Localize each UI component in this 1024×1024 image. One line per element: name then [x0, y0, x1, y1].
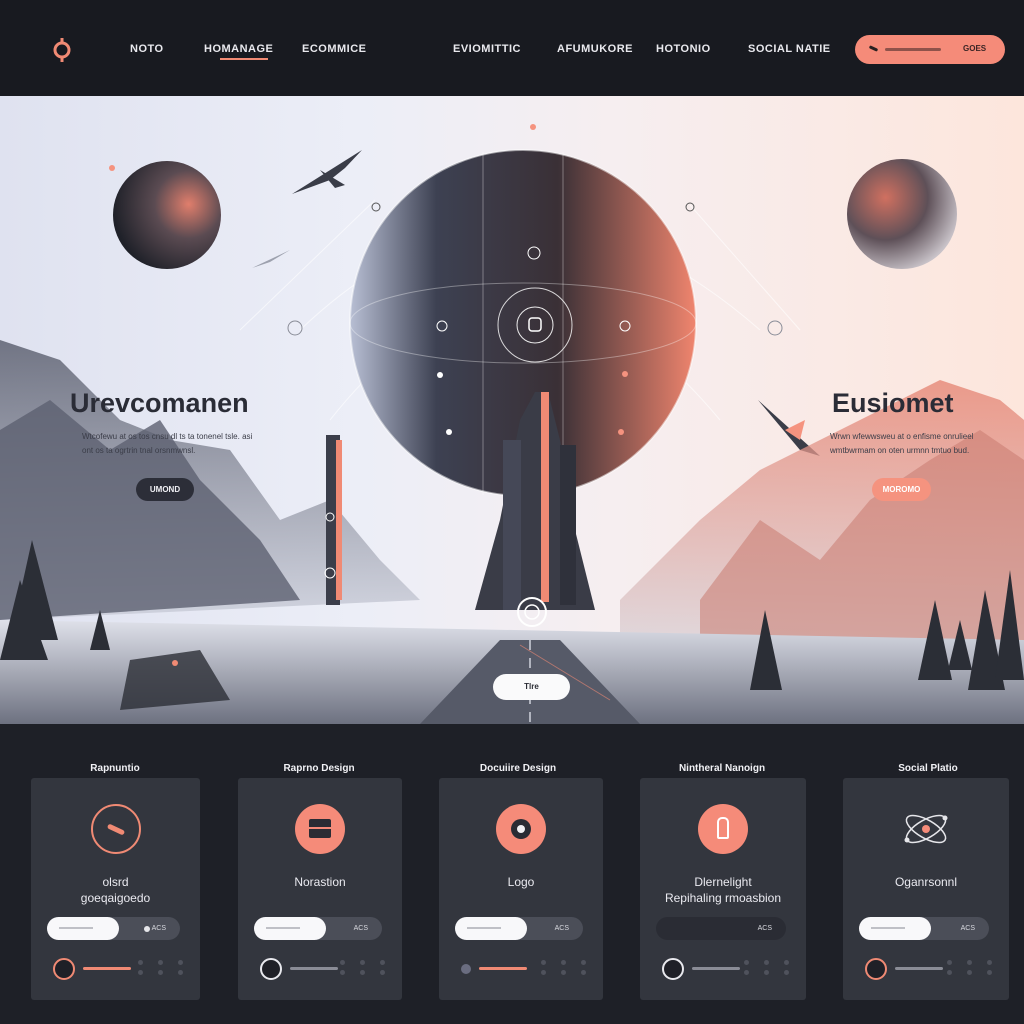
- dash-icon: [90, 804, 141, 854]
- service-card[interactable]: Oganrsonnl ACS: [843, 778, 1009, 1000]
- hero-right-button[interactable]: MOROMO: [872, 478, 931, 501]
- nav-item-homanage[interactable]: HOMANAGE: [204, 43, 273, 55]
- pen-icon: [868, 45, 879, 52]
- card-toggle[interactable]: ACS: [656, 917, 786, 940]
- card-title: Social Platio: [898, 763, 958, 774]
- card-title: Docuiire Design: [479, 763, 557, 774]
- atom-icon: [904, 814, 948, 844]
- avatar[interactable]: [53, 958, 75, 980]
- card-label: Dlernelight Repihaling rmoasbion: [664, 875, 782, 905]
- card-footer: [260, 958, 386, 984]
- card-footer: [865, 958, 993, 984]
- cta-label: GOES: [963, 44, 987, 53]
- card-toggle[interactable]: ACS: [47, 917, 180, 940]
- camera-icon: [496, 804, 546, 854]
- nav-item-eviomittic[interactable]: EVIOMITTIC: [453, 43, 521, 55]
- avatar[interactable]: [260, 958, 282, 980]
- service-card[interactable]: Norastion ACS: [238, 778, 402, 1000]
- nav-item-social-natie[interactable]: SOCIAL NATIE: [748, 43, 831, 55]
- service-card[interactable]: Dlernelight Repihaling rmoasbion ACS: [640, 778, 806, 1000]
- tower-icon: [698, 804, 748, 854]
- hero-center-button[interactable]: Tlre: [493, 674, 570, 700]
- card-label: Norastion: [294, 875, 346, 889]
- card-toggle[interactable]: ACS: [455, 917, 583, 940]
- service-card[interactable]: olsrd goeqaigoedo ACS: [31, 778, 200, 1000]
- square-icon: [295, 804, 345, 854]
- more-icon[interactable]: [541, 960, 587, 978]
- card-footer: [53, 958, 184, 984]
- hero-left-text: Wtcofewu at os tos cnsu dl ts ta tonenel…: [82, 432, 253, 455]
- hero-banner: Urevcomanen Wtcofewu at os tos cnsu dl t…: [0, 96, 1024, 724]
- card-label: olsrd goeqaigoedo: [80, 875, 151, 905]
- nav-item-ecommice[interactable]: ECOMMICE: [302, 43, 367, 55]
- more-icon[interactable]: [744, 960, 790, 978]
- nav-cta-button[interactable]: GOES: [855, 35, 1005, 64]
- card-toggle[interactable]: ACS: [254, 917, 382, 940]
- card-footer: [461, 958, 587, 984]
- card-label: Logo: [507, 875, 535, 889]
- service-card[interactable]: Logo ACS: [439, 778, 603, 1000]
- cta-placeholder-bar: [885, 48, 941, 51]
- hero-right-title: Eusiomet: [832, 388, 954, 418]
- avatar[interactable]: [662, 958, 684, 980]
- nav-item-afumukore[interactable]: AFUMUKORE: [557, 43, 633, 55]
- avatar[interactable]: [461, 964, 471, 974]
- card-title: Raprno Design: [283, 763, 355, 774]
- hero-left-button[interactable]: UMOND: [136, 478, 194, 501]
- hero-left-title: Urevcomanen: [70, 388, 249, 418]
- card-toggle[interactable]: ACS: [859, 917, 989, 940]
- card-footer: [662, 958, 790, 984]
- nav-item-noto[interactable]: NOTO: [130, 43, 164, 55]
- card-title: Nintheral Nanoign: [678, 763, 766, 774]
- avatar[interactable]: [865, 958, 887, 980]
- more-icon[interactable]: [947, 960, 993, 978]
- nav-item-hotonio[interactable]: HOTONIO: [656, 43, 711, 55]
- logo-icon[interactable]: [50, 36, 74, 64]
- active-nav-indicator: [220, 58, 268, 60]
- hero-right-text: Wrwn wfewwsweu at o enfisme onrulieel wm…: [830, 432, 974, 455]
- more-icon[interactable]: [340, 960, 386, 978]
- top-navigation: NOTO HOMANAGE ECOMMICE EVIOMITTIC AFUMUK…: [0, 0, 1024, 96]
- card-title: Rapnuntio: [90, 763, 140, 774]
- card-label: Oganrsonnl: [894, 875, 958, 889]
- more-icon[interactable]: [138, 960, 184, 978]
